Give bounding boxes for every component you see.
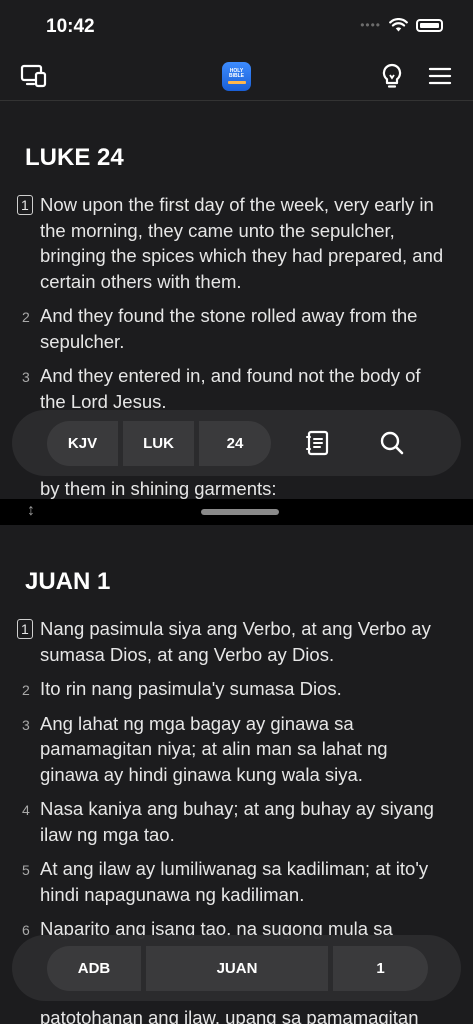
verse-text: by them in shining garments:	[40, 478, 277, 499]
verse-number: 2	[22, 309, 30, 325]
status-icons: ••••	[360, 18, 443, 32]
search-icon[interactable]	[378, 429, 406, 457]
logo-text-bible: BIBLE	[229, 73, 244, 79]
devices-icon[interactable]	[20, 62, 48, 90]
verse-list: 1 Now upon the first day of the week, ve…	[0, 192, 473, 423]
verse[interactable]: 3 Ang lahat ng mga bagay ay ginawa sa pa…	[0, 711, 473, 788]
verse-number: 3	[22, 716, 30, 733]
verse-text: patotohanan ang ilaw, upang sa pamamagit…	[40, 1007, 419, 1024]
verse-number: 4	[22, 802, 30, 818]
verse-text: At ang ilaw ay lumiliwanag sa kadiliman;…	[40, 858, 429, 905]
verse-text: And they entered in, and found not the b…	[40, 365, 421, 412]
verse[interactable]: 1 Now upon the first day of the week, ve…	[0, 192, 473, 294]
status-bar: 10:42 ••••	[0, 0, 473, 52]
verse-number: 3	[22, 369, 30, 385]
verse-number: 5	[22, 862, 30, 878]
verse-text: And they found the stone rolled away fro…	[40, 305, 418, 352]
verse[interactable]: 3 And they entered in, and found not the…	[0, 363, 473, 414]
verse-number: 1	[17, 195, 33, 215]
signal-dots-icon: ••••	[360, 18, 381, 32]
notes-icon[interactable]	[304, 429, 332, 457]
app-logo[interactable]: HOLY BIBLE	[222, 62, 251, 91]
drag-handle[interactable]	[201, 509, 279, 515]
book-selector-button[interactable]: JUAN	[146, 946, 328, 991]
version-selector-button[interactable]: KJV	[47, 421, 118, 466]
verse[interactable]: 4 Nasa kaniya ang buhay; at ang buhay ay…	[0, 796, 473, 847]
verse-number: 2	[22, 682, 30, 698]
split-divider[interactable]: ↕	[0, 499, 473, 525]
top-nav-bar: KJV LUK 24	[12, 410, 461, 476]
verse[interactable]: 1 Nang pasimula siya ang Verbo, at ang V…	[0, 616, 473, 667]
verse-number: 1	[17, 619, 33, 639]
logo-ribbon	[227, 81, 246, 84]
menu-icon[interactable]	[426, 62, 454, 90]
chapter-title: JUAN 1	[25, 568, 111, 595]
verse[interactable]: 2 Ito rin nang pasimula'y sumasa Dios.	[0, 676, 473, 702]
chapter-selector-button[interactable]: 1	[333, 946, 428, 991]
verse-text: Now upon the first day of the week, very…	[40, 194, 444, 292]
verse-text: Nasa kaniya ang buhay; at ang buhay ay s…	[40, 798, 434, 845]
resize-arrows-icon[interactable]: ↕	[27, 502, 35, 520]
verse-text: Ito rin nang pasimula'y sumasa Dios.	[40, 678, 342, 699]
verse-text: Nang pasimula siya ang Verbo, at ang Ver…	[40, 618, 431, 665]
top-toolbar: HOLY BIBLE	[0, 52, 473, 101]
wifi-icon	[389, 18, 408, 32]
verse-list: 1 Nang pasimula siya ang Verbo, at ang V…	[0, 616, 473, 951]
verse-partial[interactable]: by them in shining garments:	[0, 476, 473, 499]
book-selector-button[interactable]: LUK	[123, 421, 194, 466]
lightbulb-icon[interactable]	[378, 62, 406, 90]
chapter-title: LUKE 24	[25, 144, 124, 171]
verse-text: Ang lahat ng mga bagay ay ginawa sa pama…	[40, 712, 388, 785]
verse[interactable]: 5 At ang ilaw ay lumiliwanag sa kadilima…	[0, 856, 473, 907]
verse-partial[interactable]: patotohanan ang ilaw, upang sa pamamagit…	[0, 1005, 473, 1024]
chapter-selector-button[interactable]: 24	[199, 421, 271, 466]
battery-icon	[416, 18, 443, 32]
status-time: 10:42	[46, 16, 95, 37]
bottom-nav-bar: ADB JUAN 1	[12, 935, 461, 1001]
verse[interactable]: 2 And they found the stone rolled away f…	[0, 303, 473, 354]
version-selector-button[interactable]: ADB	[47, 946, 141, 991]
